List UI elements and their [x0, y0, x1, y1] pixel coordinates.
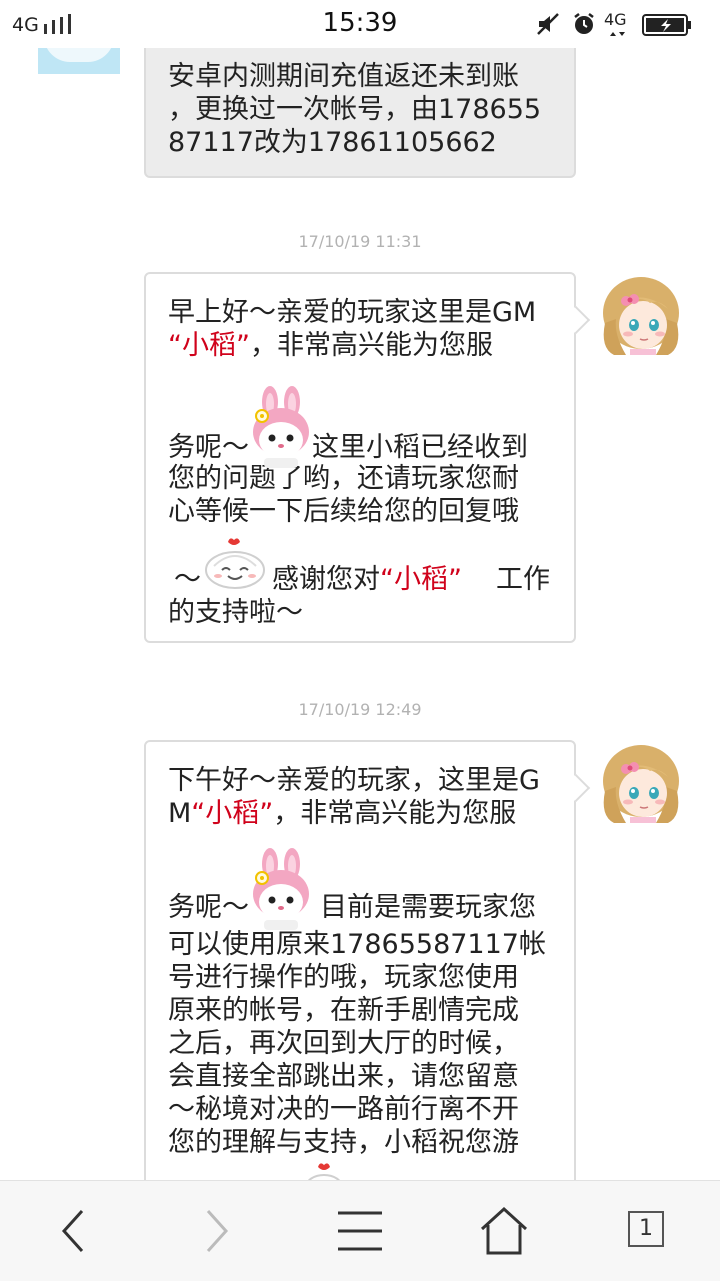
message-line: ～ 感谢您对 “小稻” 工作	[168, 528, 574, 596]
alarm-icon	[574, 13, 594, 34]
message-text: 感谢您对	[272, 564, 380, 595]
gm-message-bubble: 下午好～亲爱的玩家，这里是G M“小稻”，非常高兴能为您服 务呢～ 目前是需要玩…	[144, 740, 576, 1180]
message-line: 安卓内测期间充值返还未到账	[168, 61, 519, 92]
message-line: 务呢～ 这里小稻已经收到	[168, 362, 574, 468]
message-text: 目前是需要玩家您	[320, 892, 536, 923]
message-line: ～秘境对决的一路前行离不开	[168, 1094, 519, 1125]
message-text: ～	[174, 564, 201, 595]
message-timestamp: 17/10/19 12:49	[298, 700, 422, 719]
gm-avatar[interactable]	[600, 273, 682, 355]
message-timestamp: 17/10/19 11:31	[298, 232, 422, 251]
bun-emoji-icon	[204, 536, 266, 598]
message-text: ，非常高兴能为您服	[273, 798, 517, 829]
forward-arrow-icon	[206, 1209, 229, 1253]
message-line: 您的问题了哟，还请玩家您耐	[168, 463, 519, 494]
home-button[interactable]	[474, 1203, 534, 1259]
message-line: 可以使用原来17865587117帐	[168, 929, 546, 960]
menu-icon	[338, 1211, 382, 1251]
battery-icon	[642, 14, 691, 36]
message-text: 这里小稻已经收到	[312, 432, 528, 463]
gm-name-highlight: “小稻”	[380, 564, 462, 595]
bunny-emoji-icon	[250, 848, 312, 938]
forward-button[interactable]	[186, 1203, 246, 1259]
girl-avatar-icon	[600, 741, 682, 823]
gm-name-highlight: “小稻”	[191, 798, 274, 829]
user-message-bubble: 安卓内测期间充值返还未到账 ，更换过一次帐号，由178655 87117改为17…	[144, 40, 576, 178]
tabs-button[interactable]: 1	[628, 1211, 664, 1247]
message-line: M“小稻”，非常高兴能为您服	[168, 797, 574, 830]
bun-emoji-icon	[304, 1161, 344, 1180]
message-line: 原来的帐号，在新手剧情完成	[168, 995, 519, 1026]
message-line: 会直接全部跳出来，请您留意	[168, 1061, 519, 1092]
message-line	[168, 1159, 574, 1180]
gm-avatar[interactable]	[600, 741, 682, 823]
message-line: “小稻”，非常高兴能为您服	[168, 329, 574, 362]
chat-area[interactable]: 安卓内测期间充值返还未到账 ，更换过一次帐号，由178655 87117改为17…	[0, 0, 720, 1180]
message-text: 务呢～	[168, 432, 249, 463]
bunny-emoji-icon	[250, 386, 312, 476]
back-arrow-icon	[61, 1209, 84, 1253]
message-text: M	[168, 798, 192, 829]
message-line: 的支持啦～	[168, 597, 303, 628]
message-text: 工作	[496, 564, 550, 595]
gm-message-bubble: 早上好～亲爱的玩家这里是GM “小稻”，非常高兴能为您服 务呢～ 这里小稻已经收…	[144, 272, 576, 643]
back-button[interactable]	[44, 1203, 104, 1259]
data-arrows-icon	[610, 32, 625, 36]
message-line: ，更换过一次帐号，由178655	[168, 94, 542, 125]
message-line: 您的理解与支持，小稻祝您游	[168, 1127, 519, 1158]
status-icons: 4G	[536, 10, 706, 38]
message-line: 务呢～ 目前是需要玩家您	[168, 830, 574, 930]
message-text: 务呢～	[168, 892, 249, 923]
network-type-label-right: 4G	[604, 10, 627, 29]
message-line: 号进行操作的哦，玩家您使用	[168, 962, 519, 993]
message-line: 87117改为17861105662	[168, 127, 497, 158]
message-line: 下午好～亲爱的玩家，这里是G	[168, 765, 540, 796]
message-line: 之后，再次回到大厅的时候，	[168, 1028, 519, 1059]
home-icon	[480, 1206, 528, 1255]
menu-button[interactable]	[330, 1203, 390, 1259]
bottom-navigation-bar: 1	[0, 1180, 720, 1281]
girl-avatar-icon	[600, 273, 682, 355]
gm-name-highlight: “小稻”	[168, 330, 250, 361]
mute-icon	[537, 13, 559, 35]
message-text: ，非常高兴能为您服	[249, 330, 493, 361]
status-bar: 4G 15:39 4G	[0, 0, 720, 48]
message-line: 心等候一下后续给您的回复哦	[168, 496, 519, 527]
message-line: 早上好～亲爱的玩家这里是GM	[168, 297, 537, 328]
